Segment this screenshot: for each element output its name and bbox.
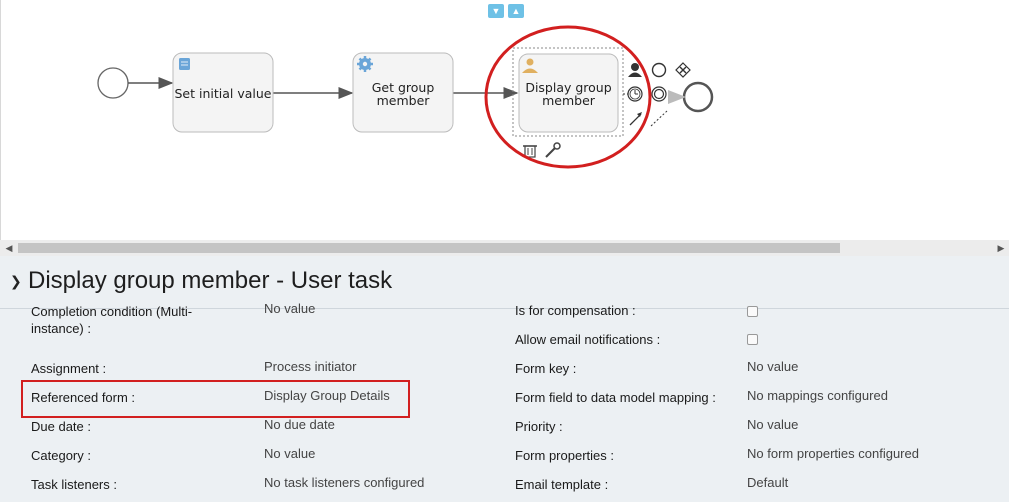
property-value-category[interactable]: No value	[264, 446, 315, 461]
property-label-line: Completion condition (Multi-	[31, 304, 193, 319]
property-label-priority: Priority :	[515, 419, 563, 434]
end-event-palette-icon[interactable]	[651, 62, 667, 78]
property-value-due-date[interactable]: No due date	[264, 417, 335, 432]
property-label-email-template: Email template :	[515, 477, 609, 492]
gateway-palette-icon[interactable]	[675, 62, 691, 78]
property-value-form-key[interactable]: No value	[747, 359, 798, 374]
diagram-svg	[97, 25, 714, 169]
association-palette-icon[interactable]	[650, 110, 668, 127]
property-label-category: Category :	[31, 448, 91, 463]
property-label-is-for-compensation: Is for compensation :	[515, 303, 636, 318]
checkbox-allow-email-notifications[interactable]	[747, 334, 758, 345]
task-label-get-group-member: Get group member	[353, 81, 453, 107]
diagram-canvas[interactable]: Set initial value Get group member Displ…	[0, 0, 1009, 240]
property-value-form-properties[interactable]: No form properties configured	[747, 446, 919, 461]
intermediate-event-palette-icon[interactable]	[651, 86, 667, 102]
task-label-line: member	[542, 93, 595, 108]
property-label-form-field-mapping: Form field to data model mapping :	[515, 390, 716, 405]
property-value-completion-condition[interactable]: No value	[264, 301, 315, 316]
checkbox-is-for-compensation[interactable]	[747, 306, 758, 317]
property-value-form-field-mapping[interactable]: No mappings configured	[747, 388, 888, 403]
start-event[interactable]	[97, 67, 129, 99]
property-label-form-key: Form key :	[515, 361, 577, 376]
chevron-down-icon[interactable]: ❯	[10, 273, 22, 290]
property-value-task-listeners[interactable]: No task listeners configured	[264, 475, 424, 490]
scroll-left-arrow-icon[interactable]: ◀	[2, 240, 16, 256]
property-label-form-properties: Form properties :	[515, 448, 614, 463]
property-label-due-date: Due date :	[31, 419, 91, 434]
collapse-down-button[interactable]: ▼	[488, 4, 504, 18]
property-label-allow-email-notifications: Allow email notifications :	[515, 332, 661, 347]
task-label-set-initial-value: Set initial value	[174, 86, 272, 101]
collapse-up-button[interactable]: ▲	[508, 4, 524, 18]
highlight-box	[21, 380, 410, 418]
wrench-icon[interactable]	[545, 142, 561, 158]
horizontal-scrollbar[interactable]: ◀ ▶	[0, 240, 1009, 256]
scroll-right-arrow-icon[interactable]: ▶	[994, 240, 1008, 256]
end-event[interactable]	[668, 81, 714, 113]
property-label-task-listeners: Task listeners :	[31, 477, 117, 492]
property-value-priority[interactable]: No value	[747, 417, 798, 432]
property-label-assignment: Assignment :	[31, 361, 107, 376]
properties-title: Display group member - User task	[28, 267, 393, 294]
task-label-line: member	[376, 93, 430, 108]
timer-palette-icon[interactable]	[627, 86, 643, 102]
property-label-completion-condition: Completion condition (Multi- instance) :	[31, 303, 192, 337]
script-icon	[179, 58, 190, 70]
property-value-assignment[interactable]: Process initiator	[264, 359, 356, 374]
properties-header[interactable]: ❯ Display group member - User task	[0, 256, 1009, 309]
property-label-line: instance) :	[31, 321, 91, 336]
task-label-display-group-member: Display group member	[519, 81, 618, 107]
property-value-email-template[interactable]: Default	[747, 475, 788, 490]
flow-arrow-palette-icon[interactable]	[629, 112, 642, 126]
scrollbar-thumb[interactable]	[18, 243, 840, 253]
properties-panel: ❯ Display group member - User task Compl…	[0, 256, 1009, 502]
